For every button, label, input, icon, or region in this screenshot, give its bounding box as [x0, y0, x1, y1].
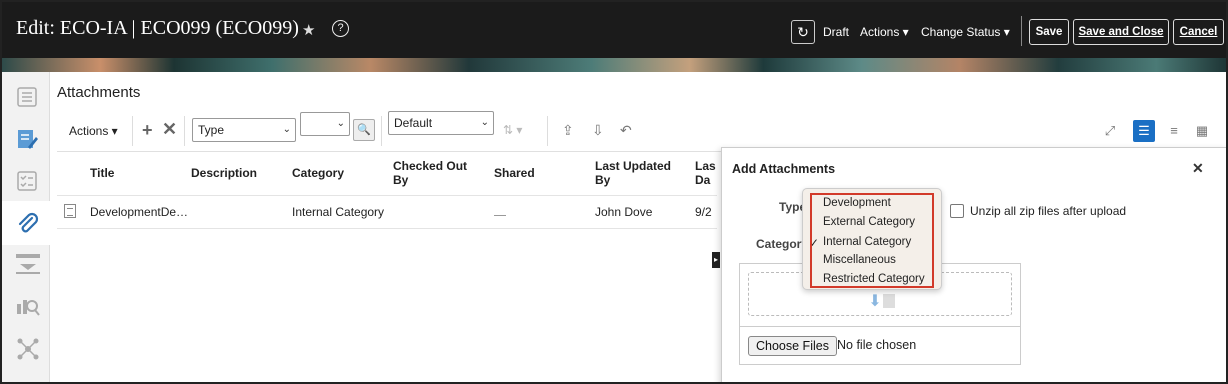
save-and-close-button[interactable]: Save and Close [1073, 19, 1169, 45]
column-header-label: By [393, 173, 409, 187]
left-nav-rail [2, 72, 50, 382]
grid-view-icon[interactable]: ▦ [1191, 120, 1213, 142]
column-header-checked-out[interactable]: Checked Out By [393, 159, 467, 187]
expand-icon[interactable]: ⤢ [1099, 120, 1121, 142]
attachments-toolbar: Actions ▾ + ✕ Type ⌄ ⌄ 🔍 Default ⌄ ⇅ ▾ ⇪… [57, 110, 1226, 152]
drop-divider [740, 326, 1020, 327]
toolbar-divider [381, 116, 382, 146]
column-header-shared[interactable]: Shared [494, 166, 535, 180]
highlight-box [810, 193, 934, 288]
refresh-icon[interactable]: ↻ [791, 20, 815, 44]
edit-document-icon[interactable] [16, 128, 38, 150]
toolbar-actions-menu[interactable]: Actions ▾ [69, 124, 118, 138]
column-header-label: Da [695, 173, 711, 187]
network-icon[interactable] [16, 337, 39, 360]
unzip-checkbox[interactable] [950, 204, 964, 218]
card-view-icon[interactable]: ☰ [1133, 120, 1155, 142]
close-icon[interactable]: ✕ [1192, 160, 1204, 177]
file-ghost-icon [883, 294, 895, 308]
app-window: Edit: ECO-IA | ECO099 (ECO099) ★ ? ↻ Dra… [0, 0, 1228, 384]
table-divider [57, 228, 717, 229]
add-icon[interactable]: + [142, 120, 153, 141]
row-last-updated-by: John Dove [595, 205, 653, 219]
choose-files-button[interactable]: Choose Files [748, 336, 837, 356]
download-icon[interactable] [16, 252, 40, 274]
toolbar-divider [184, 116, 185, 146]
column-header-description[interactable]: Description [191, 166, 257, 180]
unzip-label: Unzip all zip files after upload [970, 204, 1127, 218]
page-header: Edit: ECO-IA | ECO099 (ECO099) ★ ? ↻ Dra… [2, 2, 1226, 58]
search-icon[interactable]: 🔍 [353, 119, 375, 141]
paperclip-icon[interactable] [16, 212, 39, 234]
save-button[interactable]: Save [1029, 19, 1069, 45]
view-select[interactable]: Default ⌄ [388, 111, 494, 135]
add-attachments-panel: Add Attachments ✕ Type Category Unzip al… [721, 147, 1226, 382]
column-header-label: Checked Out [393, 159, 468, 173]
column-header-title[interactable]: Title [90, 166, 114, 180]
upload-arrow-icon: ⬇ [868, 293, 882, 310]
checklist-icon[interactable] [16, 170, 38, 192]
column-header-label: Last Updated [595, 159, 672, 173]
delete-icon[interactable]: ✕ [162, 119, 177, 140]
row-last-date: 9/2 [695, 205, 712, 219]
upload-icon[interactable]: ⇪ [562, 122, 574, 139]
column-header-label: Las [695, 159, 716, 173]
type-filter-select[interactable]: Type ⌄ [192, 118, 296, 142]
chevron-down-icon: ⌄ [282, 124, 291, 135]
table-divider [57, 195, 717, 196]
header-actions-menu[interactable]: Actions ▾ [860, 25, 909, 39]
status-draft: Draft [823, 25, 850, 39]
decorative-banner [2, 58, 1226, 72]
operator-select[interactable]: ⌄ [300, 112, 350, 136]
overview-icon[interactable] [16, 86, 38, 108]
no-file-text: No file chosen [837, 338, 917, 352]
sort-icon[interactable]: ⇅ ▾ [503, 123, 522, 137]
list-view-icon[interactable]: ≡ [1163, 120, 1185, 142]
panel-splitter-handle[interactable]: ▸ [712, 252, 720, 268]
column-header-label: By [595, 173, 611, 187]
search-document-icon[interactable] [16, 294, 40, 316]
row-category: Internal Category [292, 205, 385, 219]
chevron-down-icon: ⌄ [336, 118, 345, 129]
toolbar-divider [547, 116, 548, 146]
header-divider [1021, 16, 1022, 46]
undo-icon[interactable]: ↶ [620, 122, 632, 139]
type-filter-value: Type [198, 123, 225, 137]
category-label: Category [756, 237, 809, 251]
chevron-down-icon: ⌄ [480, 117, 489, 128]
panel-title: Add Attachments [732, 162, 836, 176]
section-title: Attachments [57, 84, 141, 101]
star-icon[interactable]: ★ [302, 21, 315, 39]
help-icon[interactable]: ? [332, 20, 349, 37]
column-header-last-updated-by[interactable]: Last Updated By [595, 159, 671, 187]
download-file-icon[interactable]: ⇩ [592, 122, 604, 139]
row-title-link[interactable]: DevelopmentDe… [90, 205, 188, 219]
document-icon [64, 204, 76, 218]
column-header-last-date[interactable]: Las Da [695, 159, 716, 187]
row-shared-empty [494, 215, 506, 216]
change-status-menu[interactable]: Change Status ▾ [921, 25, 1010, 39]
toolbar-divider [132, 116, 133, 146]
column-header-category[interactable]: Category [292, 166, 344, 180]
view-select-value: Default [394, 116, 433, 130]
cancel-button[interactable]: Cancel [1173, 19, 1224, 45]
page-title: Edit: ECO-IA | ECO099 (ECO099) [16, 17, 299, 39]
